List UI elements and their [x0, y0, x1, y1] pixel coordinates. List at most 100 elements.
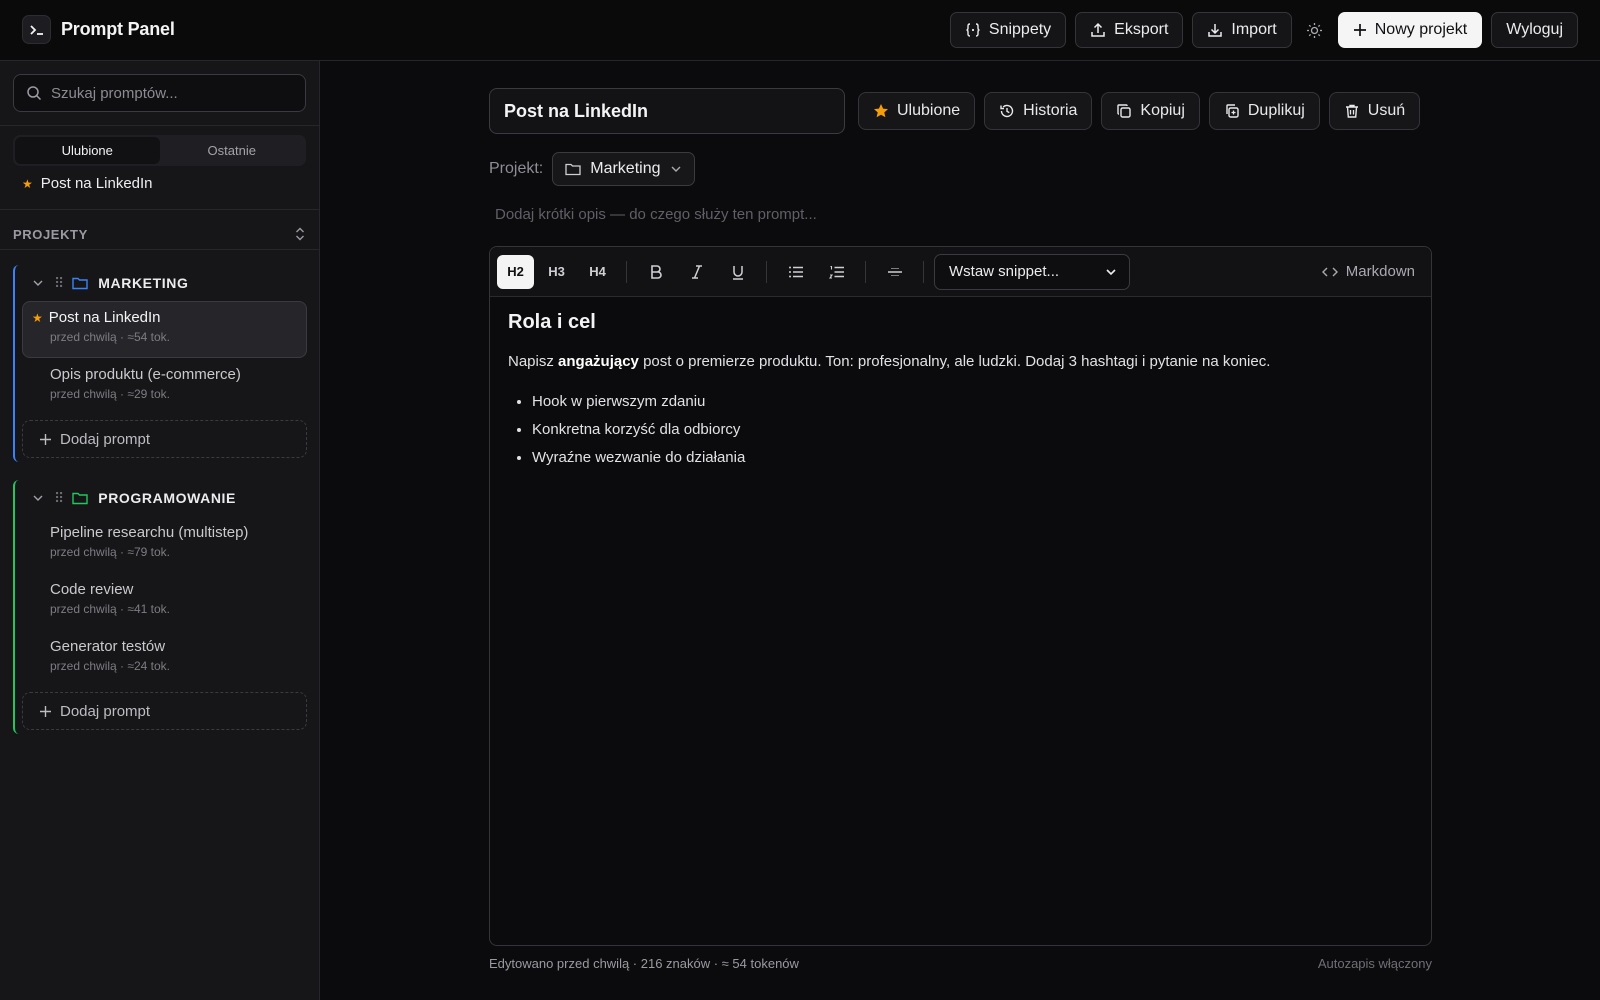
autosave-status: Autozapis włączony	[1317, 956, 1432, 971]
prompt-meta: przed chwilą · ≈24 tok.	[50, 659, 170, 673]
prompt-name: Opis produktu (e-commerce)	[50, 366, 241, 383]
group-header[interactable]: ⠿ PROGRAMOWANIE	[15, 480, 313, 516]
chevron-down-icon	[1105, 266, 1117, 278]
editor-footer: Edytowano przed chwilą · 216 znaków · ≈ …	[489, 956, 1432, 971]
numbered-list-icon	[828, 265, 845, 279]
prompt-name: Post na LinkedIn	[48, 309, 161, 326]
search-icon	[26, 85, 42, 101]
import-label: Import	[1231, 21, 1277, 38]
copy-button[interactable]: Kopiuj	[1101, 92, 1200, 130]
project-select[interactable]: Marketing	[552, 152, 695, 186]
content-paragraph: Napisz angażujący post o premierze produ…	[508, 350, 1413, 374]
heading-3-button[interactable]: H3	[538, 255, 575, 289]
duplicate-icon	[1224, 103, 1240, 119]
edit-status: Edytowano przed chwilą · 216 znaków · ≈ …	[489, 956, 799, 971]
plus-icon	[39, 705, 52, 718]
project-row: Projekt: Marketing	[489, 152, 695, 186]
tab-favorites[interactable]: Ulubione	[15, 137, 160, 164]
italic-button[interactable]	[678, 255, 715, 289]
prompt-meta: przed chwilą · ≈79 tok.	[50, 545, 170, 559]
paragraph-text: Napisz	[508, 353, 559, 370]
heading-4-button[interactable]: H4	[579, 255, 616, 289]
bold-button[interactable]	[637, 255, 674, 289]
sort-toggle-icon[interactable]	[294, 226, 306, 242]
snippets-button[interactable]: Snippety	[949, 12, 1067, 48]
group-name: MARKETING	[98, 275, 189, 291]
prompt-item[interactable]: ★ Post na LinkedIn przed chwilą · ≈54 tok…	[22, 301, 307, 358]
markdown-toggle-button[interactable]: Markdown	[1321, 263, 1415, 280]
folder-icon	[72, 491, 88, 505]
underline-button[interactable]	[719, 255, 756, 289]
description-input[interactable]: Dodaj krótki opis — do czego służy ten p…	[495, 206, 817, 223]
terminal-icon	[22, 15, 51, 44]
project-value: Marketing	[590, 160, 661, 177]
delete-button[interactable]: Usuń	[1328, 92, 1421, 130]
search-input[interactable]	[51, 84, 291, 102]
bullet-list-button[interactable]	[777, 255, 814, 289]
star-icon	[873, 103, 889, 119]
insert-snippet-select[interactable]: Wstaw snippet...	[934, 253, 1130, 290]
chevron-down-icon[interactable]	[32, 492, 44, 504]
prompt-item[interactable]: Generator testów przed chwilą · ≈24 tok.	[22, 630, 307, 687]
editor-content[interactable]: Rola i cel Napisz angażujący post o prem…	[490, 297, 1431, 486]
prompt-name: Code review	[50, 581, 134, 598]
snippet-braces-icon	[965, 22, 981, 38]
insert-snippet-value: Wstaw snippet...	[949, 263, 1060, 280]
theme-toggle-button[interactable]	[1301, 12, 1329, 48]
list-item: Konkretna korzyść dla odbiorcy	[532, 416, 1413, 444]
divider	[0, 209, 320, 210]
import-button[interactable]: Import	[1192, 12, 1292, 48]
prompt-item[interactable]: Pipeline researchu (multistep) przed chw…	[22, 516, 307, 573]
add-prompt-button[interactable]: Dodaj prompt	[22, 692, 307, 730]
numbered-list-button[interactable]	[818, 255, 855, 289]
toolbar-divider	[626, 260, 627, 283]
projects-title: PROJEKTY	[13, 226, 88, 242]
sidebar-tabs: Ulubione Ostatnie	[13, 135, 306, 166]
divider	[0, 125, 320, 126]
add-prompt-label: Dodaj prompt	[60, 702, 151, 720]
horizontal-rule-icon	[887, 266, 903, 278]
add-prompt-label: Dodaj prompt	[60, 430, 151, 448]
chevron-down-icon	[670, 163, 682, 175]
list-item: Wyraźne wezwanie do działania	[532, 444, 1413, 472]
drag-handle-icon[interactable]: ⠿	[54, 275, 64, 292]
group-header[interactable]: ⠿ MARKETING	[15, 265, 313, 301]
projects-header: PROJEKTY	[13, 220, 306, 248]
bullet-list-icon	[788, 265, 804, 279]
delete-label: Usuń	[1367, 102, 1406, 119]
drag-handle-icon[interactable]: ⠿	[54, 490, 64, 507]
favorite-label: Ulubione	[897, 102, 961, 119]
search-box[interactable]	[13, 74, 306, 112]
star-icon: ★	[32, 310, 43, 325]
favorite-item[interactable]: ★ Post na LinkedIn	[22, 175, 153, 192]
add-prompt-button[interactable]: Dodaj prompt	[22, 420, 307, 458]
prompt-title-input[interactable]	[489, 88, 845, 134]
content-heading: Rola i cel	[508, 311, 596, 333]
rich-text-editor: H2 H3 H4 Wstaw snippet... Markdown Rola …	[489, 246, 1432, 946]
favorite-item-label: Post na LinkedIn	[40, 175, 153, 192]
content-bullet-list: Hook w pierwszym zdaniu Konkretna korzyś…	[508, 388, 1413, 472]
divider	[0, 249, 320, 250]
chevron-down-icon[interactable]	[32, 277, 44, 289]
heading-2-button[interactable]: H2	[497, 254, 534, 289]
prompt-item[interactable]: Code review przed chwilą · ≈41 tok.	[22, 573, 307, 630]
prompt-actions: Ulubione Historia Kopiuj Duplikuj Usuń	[858, 92, 1421, 130]
upload-icon	[1090, 22, 1106, 38]
folder-icon	[72, 276, 88, 290]
tab-recent[interactable]: Ostatnie	[160, 137, 305, 164]
horizontal-rule-button[interactable]	[876, 255, 913, 289]
prompt-item[interactable]: Opis produktu (e-commerce) przed chwilą …	[22, 358, 307, 415]
history-button[interactable]: Historia	[984, 92, 1093, 130]
new-project-button[interactable]: Nowy projekt	[1337, 12, 1483, 48]
duplicate-button[interactable]: Duplikuj	[1208, 92, 1320, 130]
project-group-marketing: ⠿ MARKETING ★ Post na LinkedIn przed chwi…	[13, 265, 313, 462]
logout-button[interactable]: Wyloguj	[1491, 12, 1578, 48]
export-button[interactable]: Eksport	[1075, 12, 1184, 48]
folder-icon	[565, 162, 581, 176]
project-group-programowanie: ⠿ PROGRAMOWANIE Pipeline researchu (mult…	[13, 480, 313, 734]
sun-icon	[1306, 22, 1323, 39]
toolbar-divider	[865, 260, 866, 283]
plus-icon	[39, 433, 52, 446]
download-icon	[1207, 22, 1223, 38]
favorite-button[interactable]: Ulubione	[858, 92, 976, 130]
